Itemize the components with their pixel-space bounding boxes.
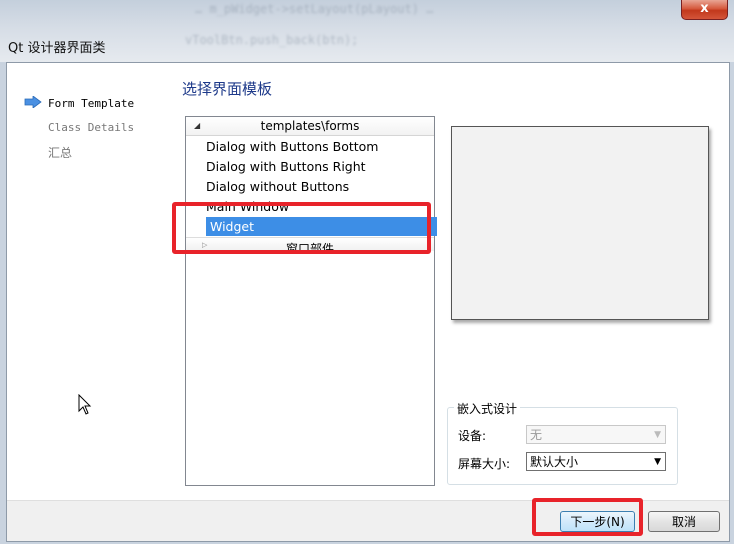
step-form-template: Form Template	[48, 97, 135, 110]
template-tree[interactable]: ◢ templates\forms Dialog with Buttons Bo…	[185, 116, 437, 486]
embedded-design-group	[447, 407, 678, 485]
mouse-cursor-icon	[78, 394, 92, 415]
list-item[interactable]: Dialog with Buttons Right	[206, 157, 366, 176]
current-step-arrow-icon	[24, 96, 42, 108]
device-select: 无 ▼	[526, 425, 666, 444]
cancel-button[interactable]: 取消	[648, 511, 720, 532]
background-code-text: vToolBtn.push_back(btn);	[185, 33, 359, 47]
template-preview	[451, 126, 709, 320]
tree-group-label: templates\forms	[260, 119, 360, 133]
group-title: 嵌入式设计	[454, 400, 521, 417]
tree-group-header[interactable]: ◢ templates\forms	[186, 117, 434, 136]
screen-size-select-value: 默认大小	[530, 455, 579, 469]
dropdown-arrow-icon[interactable]: ▼	[654, 453, 661, 472]
page-title: 选择界面模板	[182, 80, 273, 98]
step-summary: 汇总	[48, 146, 73, 160]
close-button[interactable]: x	[681, 0, 728, 20]
window-titlebar: … m_pWidget->setLayout(pLayout) … vToolB…	[0, 0, 734, 62]
window-title: Qt 设计器界面类	[8, 41, 106, 56]
list-item[interactable]: Dialog with Buttons Bottom	[206, 137, 379, 156]
background-code-text: … m_pWidget->setLayout(pLayout) …	[195, 2, 434, 16]
list-item[interactable]: Dialog without Buttons	[206, 177, 349, 196]
screen-size-select[interactable]: 默认大小 ▼	[526, 452, 666, 471]
dropdown-arrow-icon: ▼	[654, 430, 661, 440]
device-select-value: 无	[530, 428, 543, 442]
collapse-arrow-icon[interactable]: ◢	[194, 117, 200, 135]
annotation-highlight-next	[532, 498, 643, 536]
annotation-highlight-widget	[172, 202, 431, 254]
step-class-details: Class Details	[48, 121, 135, 134]
screen-size-label: 屏幕大小:	[458, 457, 511, 471]
device-label: 设备:	[458, 429, 487, 443]
